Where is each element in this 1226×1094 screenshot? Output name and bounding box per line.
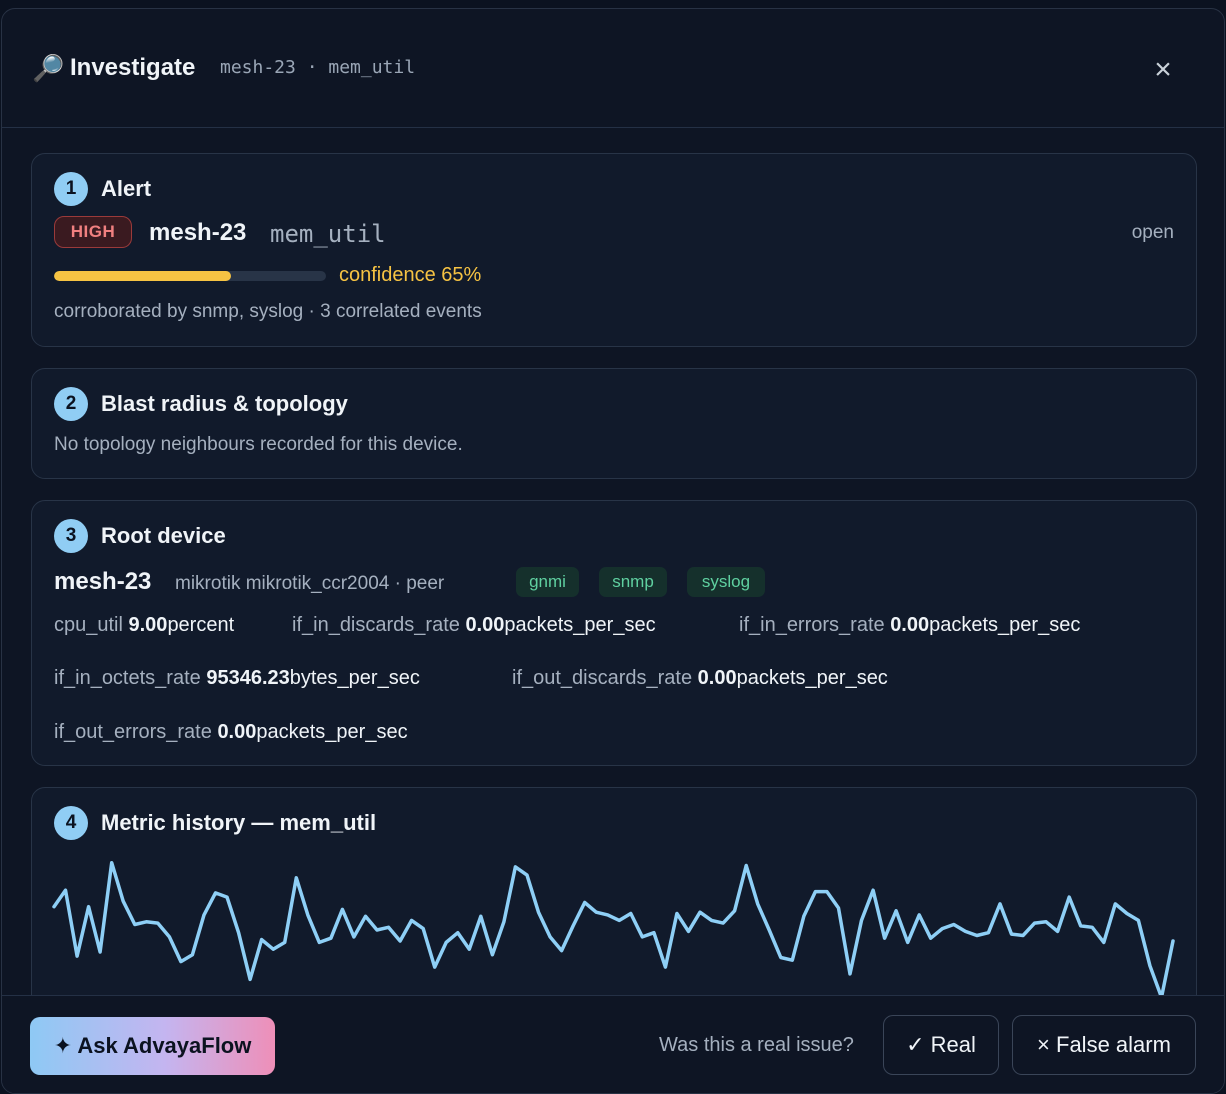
ask-advayaflow-button[interactable]: ✦ Ask AdvayaFlow — [30, 1017, 275, 1075]
modal-subtitle: mesh-23 · mem_util — [220, 57, 416, 78]
alert-device: mesh-23 — [149, 219, 247, 246]
blast-radius-card: 2 Blast radius & topology No topology ne… — [31, 368, 1197, 479]
modal-footer: ✦ Ask AdvayaFlow Was this a real issue? … — [2, 995, 1224, 1093]
mem-util-series-line — [52, 860, 1175, 1000]
confidence-bar-fill — [54, 271, 231, 281]
root-device-meta: mikrotik mikrotik_ccr2004 · peer — [175, 573, 445, 594]
severity-badge: HIGH — [54, 216, 132, 248]
metric-name: if_in_octets_rate — [54, 667, 201, 689]
metric-if-out-errors: if_out_errors_rate 0.00packets_per_sec — [54, 721, 408, 744]
metric-name: if_out_errors_rate — [54, 721, 212, 743]
alert-card-title: Alert — [101, 176, 152, 201]
investigate-modal: 🔎 Investigate mesh-23 · mem_util × 1 Ale… — [1, 8, 1225, 1094]
metric-value: 0.00 — [217, 721, 257, 743]
feedback-question: Was this a real issue? — [659, 1034, 854, 1056]
real-button[interactable]: ✓ Real — [883, 1015, 999, 1075]
confidence-label: confidence 65% — [339, 264, 482, 286]
step-number: 2 — [54, 387, 88, 421]
false-alarm-button[interactable]: × False alarm — [1012, 1015, 1196, 1075]
step-number: 1 — [54, 172, 88, 206]
close-icon[interactable]: × — [1148, 55, 1178, 85]
metric-unit: bytes_per_sec — [289, 667, 420, 689]
metric-value: 0.00 — [890, 614, 930, 636]
step-number: 3 — [54, 519, 88, 553]
alert-status: open — [1131, 222, 1174, 243]
metric-name: if_in_discards_rate — [292, 614, 460, 636]
tag-gnmi: gnmi — [516, 567, 579, 597]
metric-unit: packets_per_sec — [929, 614, 1081, 636]
root-card-title: Root device — [101, 523, 226, 548]
metric-if-in-discards: if_in_discards_rate 0.00packets_per_sec — [292, 614, 656, 637]
metric-value: 0.00 — [465, 614, 505, 636]
metric-name: cpu_util — [54, 614, 123, 636]
metric-name: if_out_discards_rate — [512, 667, 693, 689]
blast-card-title: Blast radius & topology — [101, 391, 348, 416]
root-device-name: mesh-23 — [54, 568, 152, 595]
metric-unit: packets_per_sec — [736, 667, 888, 689]
root-device-card: 3 Root device mesh-23 mikrotik mikrotik_… — [31, 500, 1197, 766]
modal-header: 🔎 Investigate mesh-23 · mem_util × — [2, 9, 1224, 128]
metric-value: 9.00 — [128, 614, 168, 636]
tag-syslog: syslog — [687, 567, 765, 597]
metric-if-in-errors: if_in_errors_rate 0.00packets_per_sec — [739, 614, 1080, 637]
metric-value: 0.00 — [697, 667, 737, 689]
magnifier-icon: 🔎 — [32, 53, 65, 83]
alert-card: 1 Alert HIGH mesh-23 mem_util open confi… — [31, 153, 1197, 347]
metric-unit: percent — [167, 614, 235, 636]
tag-snmp: snmp — [599, 567, 667, 597]
modal-title: Investigate — [70, 54, 196, 81]
alert-metric: mem_util — [270, 220, 386, 248]
metric-unit: packets_per_sec — [504, 614, 656, 636]
topology-message: No topology neighbours recorded for this… — [54, 434, 463, 455]
confidence-bar — [54, 271, 326, 281]
corroboration-text: corroborated by snmp, syslog · 3 correla… — [54, 301, 482, 322]
metric-if-out-discards: if_out_discards_rate 0.00packets_per_sec — [512, 667, 888, 690]
metric-value: 95346.23 — [206, 667, 290, 689]
metric-cpu-util: cpu_util 9.00percent — [54, 614, 234, 637]
metric-name: if_in_errors_rate — [739, 614, 885, 636]
metric-unit: packets_per_sec — [256, 721, 408, 743]
metric-if-in-octets: if_in_octets_rate 95346.23bytes_per_sec — [54, 667, 420, 690]
